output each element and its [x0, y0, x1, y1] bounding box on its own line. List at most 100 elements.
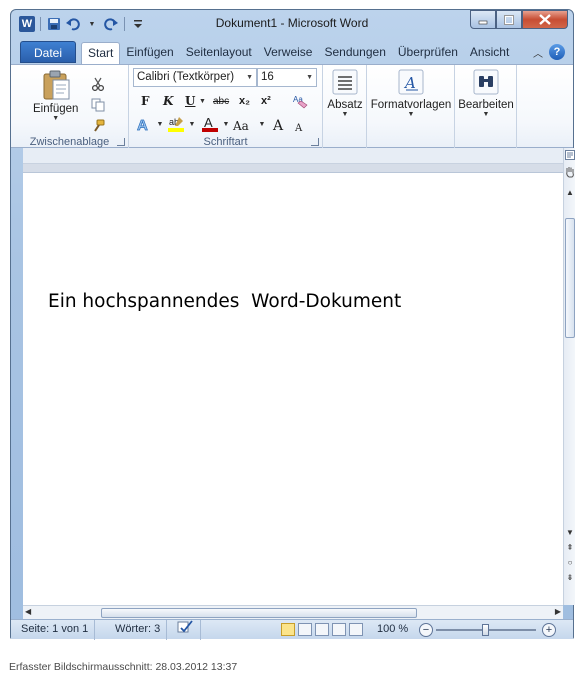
editing-button[interactable]: Bearbeiten ▼	[457, 69, 515, 118]
tab-insert[interactable]: Einfügen	[120, 42, 179, 64]
status-bar: Seite: 1 von 1 Wörter: 3 100 % − +	[11, 619, 573, 640]
change-case-button[interactable]: Aa	[233, 117, 249, 135]
font-name-dropdown-icon[interactable]: ▼	[246, 69, 253, 86]
paragraph-label: Absatz	[327, 99, 363, 111]
tab-start[interactable]: Start	[81, 42, 121, 64]
outline-view-icon[interactable]	[332, 623, 346, 636]
tab-file[interactable]: Datei	[20, 41, 76, 63]
word-window: W ▼ Dokument1 - Microsoft Word Datei Sta…	[10, 9, 575, 640]
maximize-button[interactable]	[496, 10, 522, 29]
proofing-status[interactable]	[171, 620, 201, 640]
clipboard-group-label: Zwischenablage	[29, 136, 110, 148]
svg-text:A: A	[403, 74, 416, 92]
cut-icon[interactable]	[89, 75, 107, 93]
paste-button[interactable]: Einfügen ▼	[33, 69, 78, 122]
tab-page-layout[interactable]: Seitenlayout	[180, 42, 258, 64]
scroll-left-icon[interactable]: ◀	[25, 607, 31, 616]
superscript-button[interactable]: x²	[261, 92, 271, 110]
close-button[interactable]	[522, 10, 568, 29]
vertical-scroll-thumb[interactable]	[565, 218, 575, 338]
styles-button[interactable]: A Formatvorlagen ▼	[371, 69, 451, 118]
group-editing: Bearbeiten ▼	[455, 65, 517, 149]
font-group-label: Schriftart	[203, 136, 248, 148]
group-styles: A Formatvorlagen ▼	[367, 65, 455, 149]
tab-review[interactable]: Überprüfen	[392, 42, 464, 64]
font-size-combobox[interactable]: 16 ▼	[257, 68, 317, 87]
font-size-dropdown-icon[interactable]: ▼	[306, 69, 313, 86]
styles-dropdown-icon: ▼	[407, 111, 415, 118]
scroll-up-icon[interactable]: ▲	[564, 188, 576, 197]
svg-text:A: A	[204, 115, 213, 130]
document-area: Ein hochspannendes Word-Dokument	[23, 148, 563, 605]
proofing-check-icon	[177, 620, 193, 633]
copy-icon[interactable]	[89, 96, 107, 114]
scroll-right-icon[interactable]: ▶	[555, 607, 561, 616]
font-dialog-launcher[interactable]	[311, 138, 319, 146]
close-icon	[539, 14, 551, 25]
hand-icon[interactable]	[564, 166, 576, 180]
zoom-in-icon[interactable]: +	[542, 623, 556, 637]
group-font: Calibri (Textkörper) ▼ 16 ▼ F K U ▼ abc …	[129, 65, 323, 149]
group-clipboard: Einfügen ▼ Zwischenablage	[11, 65, 129, 149]
format-painter-icon[interactable]	[89, 117, 107, 135]
paragraph-dropdown-icon: ▼	[341, 111, 349, 118]
window-controls	[470, 10, 568, 29]
zoom-out-icon[interactable]: −	[419, 623, 433, 637]
select-browse-object-icon[interactable]: ○	[564, 558, 576, 567]
document-page[interactable]: Ein hochspannendes Word-Dokument	[23, 172, 563, 605]
underline-button[interactable]: U	[185, 92, 195, 110]
minimize-ribbon-icon[interactable]: ︿	[533, 45, 543, 60]
change-case-dropdown-icon[interactable]: ▼	[253, 115, 271, 133]
minimize-button[interactable]	[470, 10, 496, 29]
binoculars-icon	[473, 69, 499, 95]
tab-view[interactable]: Ansicht	[464, 42, 515, 64]
next-page-icon[interactable]: ⇟	[564, 573, 576, 582]
vertical-scrollbar[interactable]: ▲ ▼ ⇞ ○ ⇟	[563, 148, 575, 605]
minimize-icon	[478, 20, 488, 24]
screenshot-caption: Erfasster Bildschirmausschnitt: 28.03.20…	[9, 661, 238, 673]
help-icon[interactable]: ?	[549, 44, 565, 60]
clipboard-dialog-launcher[interactable]	[117, 138, 125, 146]
maximize-icon	[504, 14, 514, 25]
view-ruler-icon[interactable]	[564, 150, 576, 162]
draft-view-icon[interactable]	[349, 623, 363, 636]
group-paragraph: Absatz ▼	[323, 65, 367, 149]
zoom-level[interactable]: 100 %	[377, 620, 408, 640]
font-name-value: Calibri (Textkörper)	[137, 71, 235, 83]
clear-formatting-icon[interactable]: Aa	[291, 92, 309, 110]
print-layout-view-icon[interactable]	[281, 623, 295, 636]
ribbon-tabs: Start Einfügen Seitenlayout Verweise Sen…	[81, 42, 515, 64]
italic-button[interactable]: K	[163, 92, 173, 110]
word-count[interactable]: Wörter: 3	[109, 620, 168, 640]
previous-page-icon[interactable]: ⇞	[564, 543, 576, 552]
paragraph-button[interactable]: Absatz ▼	[327, 69, 363, 118]
highlight-dropdown-icon[interactable]: ▼	[183, 115, 201, 133]
tab-row-right: ︿ ?	[533, 44, 565, 60]
paste-label: Einfügen	[33, 103, 79, 115]
zoom-slider-thumb[interactable]	[482, 624, 489, 636]
font-name-combobox[interactable]: Calibri (Textkörper) ▼	[133, 68, 257, 87]
tab-references[interactable]: Verweise	[258, 42, 319, 64]
paste-icon	[43, 70, 70, 100]
horizontal-scroll-thumb[interactable]	[101, 608, 417, 618]
ribbon-tab-row: Datei Start Einfügen Seitenlayout Verwei…	[11, 40, 573, 64]
strikethrough-button[interactable]: abc	[213, 92, 229, 110]
page-count[interactable]: Seite: 1 von 1	[15, 620, 96, 640]
full-screen-reading-icon[interactable]	[298, 623, 312, 636]
grow-font-button[interactable]: A	[273, 117, 283, 135]
scroll-down-icon[interactable]: ▼	[564, 528, 576, 537]
font-size-value: 16	[261, 71, 274, 83]
editing-dropdown-icon: ▼	[482, 111, 490, 118]
bold-button[interactable]: F	[141, 92, 150, 110]
svg-text:A: A	[137, 117, 148, 132]
horizontal-scrollbar[interactable]: ◀ ▶	[23, 605, 563, 619]
subscript-button[interactable]: x₂	[239, 92, 250, 110]
document-text[interactable]: Ein hochspannendes Word-Dokument	[48, 291, 401, 312]
paragraph-icon	[332, 69, 358, 95]
web-layout-icon[interactable]	[315, 623, 329, 636]
shrink-font-button[interactable]: A	[295, 119, 302, 137]
ruler-strip	[23, 148, 563, 164]
underline-dropdown-icon[interactable]: ▼	[199, 92, 206, 110]
tab-mailings[interactable]: Sendungen	[318, 42, 391, 64]
editing-label: Bearbeiten	[458, 99, 514, 111]
